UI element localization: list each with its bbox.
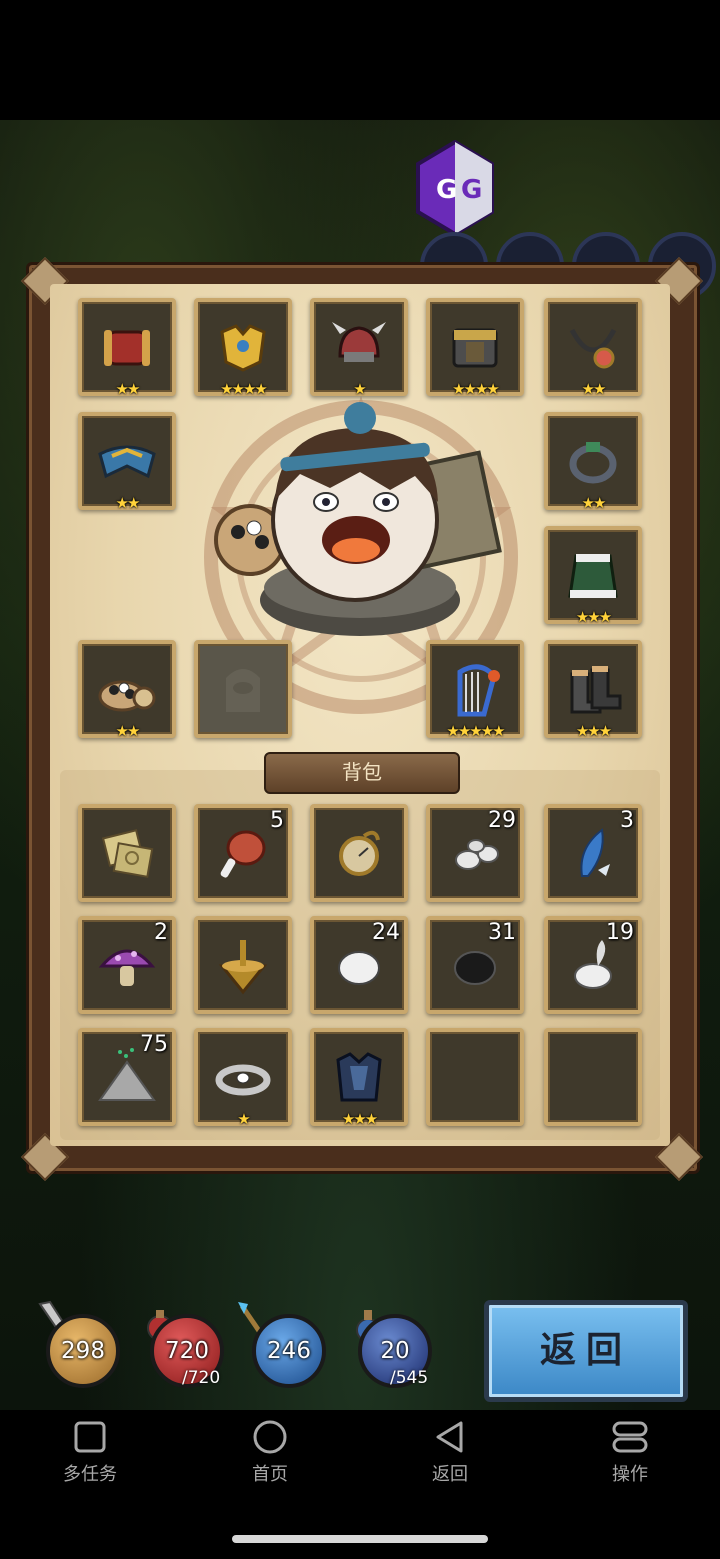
back-triangle-icon [436, 1421, 463, 1453]
nav-multitask[interactable]: 多任务 [30, 1420, 150, 1486]
equipment-slot[interactable]: ★★★ [544, 640, 642, 740]
star-rating: ★ [353, 380, 366, 398]
star-rating: ★★ [115, 380, 141, 398]
go-bowl-icon [98, 680, 156, 712]
dark-armor-icon [336, 1052, 382, 1102]
svg-text:G: G [461, 175, 482, 205]
level-max: /545 [390, 1368, 429, 1388]
toggle-icon [612, 1421, 648, 1453]
backpack-slot[interactable]: ★★★ [310, 1028, 408, 1128]
square-icon [74, 1421, 106, 1453]
helmet-icon [332, 322, 386, 362]
star-rating: ★★ [581, 494, 607, 512]
backpack-slot[interactable]: 31 [426, 916, 524, 1014]
backpack-slot[interactable] [194, 916, 292, 1014]
item-count: 3 [620, 808, 634, 833]
nav-back-label: 返回 [432, 1464, 468, 1485]
star-rating: ★★★★ [452, 380, 500, 398]
equipment-slot[interactable]: ★★ [78, 412, 176, 512]
home-indicator[interactable] [232, 1535, 488, 1543]
spinning-top-icon [218, 940, 268, 995]
backpack-slot[interactable]: 19 [544, 916, 642, 1014]
star-rating: ★★ [581, 380, 607, 398]
equipment-slot[interactable]: ★★★★★ [426, 640, 524, 740]
top-circle-row [420, 232, 716, 300]
star-rating: ★★★ [575, 722, 612, 740]
boots-icon [570, 666, 622, 714]
nav-home[interactable]: 首页 [210, 1420, 330, 1486]
feather-icon [580, 828, 610, 877]
attack-orb: 298 [46, 1314, 120, 1388]
backpack-slot[interactable]: 75 [78, 1028, 176, 1126]
equipment-slot[interactable]: ★★★★ [194, 298, 292, 398]
star-rating: ★★★★ [220, 380, 268, 398]
return-button[interactable]: 返回 [484, 1300, 688, 1402]
star-rating: ★★ [115, 722, 141, 740]
item-count: 31 [488, 920, 516, 945]
hp-max: /720 [182, 1368, 221, 1388]
nav-operate-label: 操作 [612, 1464, 648, 1485]
equipment-slot[interactable] [194, 640, 292, 738]
backpack-slot[interactable] [78, 804, 176, 902]
item-count: 75 [140, 1032, 168, 1057]
nav-multitask-label: 多任务 [63, 1464, 117, 1485]
equipment-slot[interactable]: ★★ [78, 298, 176, 398]
silver-ring-icon [215, 1064, 271, 1096]
necklace-icon [569, 328, 617, 369]
backpack-slot[interactable] [310, 804, 408, 902]
item-count: 24 [372, 920, 400, 945]
backpack-slot[interactable]: 5 [194, 804, 292, 902]
equipment-slot[interactable]: ★★ [544, 298, 642, 398]
mushroom-icon [98, 949, 156, 986]
cloak-icon [568, 554, 618, 598]
star-rating: ★★★★★ [446, 722, 505, 740]
gold-armor-icon [220, 324, 266, 372]
nav-back[interactable]: 返回 [390, 1420, 510, 1486]
star-rating: ★★★ [575, 608, 612, 626]
backpack-slot[interactable] [426, 1028, 524, 1126]
scroll-map-icon [101, 829, 154, 878]
harp-weapon-icon [457, 664, 500, 717]
equipment-slot[interactable]: ★★★★ [426, 298, 524, 398]
backpack-slot[interactable]: 29 [426, 804, 524, 902]
meat-icon [220, 830, 266, 878]
star-rating: ★ [237, 1110, 250, 1128]
item-count: 5 [270, 808, 284, 833]
backpack-slot[interactable]: ★ [194, 1028, 292, 1128]
item-count: 19 [606, 920, 634, 945]
item-count: 29 [488, 808, 516, 833]
bracer-icon [104, 330, 150, 366]
backpack-slot[interactable]: 3 [544, 804, 642, 902]
backpack-slot[interactable]: 2 [78, 916, 176, 1014]
nav-operate[interactable]: 操作 [570, 1420, 690, 1486]
equipment-slot[interactable]: ★★★ [544, 526, 642, 626]
circle-icon [253, 1420, 287, 1454]
compass-icon [339, 830, 380, 876]
equipment-slot[interactable]: ★★ [78, 640, 176, 740]
star-rating: ★★ [115, 494, 141, 512]
item-count: 2 [154, 920, 168, 945]
chest-armor-icon [452, 328, 498, 368]
shoulder-armor-icon [98, 445, 156, 479]
backpack-label: 背包 [264, 752, 460, 794]
nav-home-label: 首页 [252, 1464, 288, 1485]
backpack-slot[interactable] [544, 1028, 642, 1126]
gg-overlay-icon[interactable]: G G [414, 140, 496, 236]
mana-orb: 246 [252, 1314, 326, 1388]
ring-icon [569, 442, 617, 484]
empty-slot-icon [226, 669, 260, 712]
star-rating: ★★★ [341, 1110, 378, 1128]
svg-text:G: G [436, 175, 457, 205]
backpack-slot[interactable]: 24 [310, 916, 408, 1014]
equipment-slot[interactable]: ★★ [544, 412, 642, 512]
equipment-slot[interactable]: ★ [310, 298, 408, 398]
